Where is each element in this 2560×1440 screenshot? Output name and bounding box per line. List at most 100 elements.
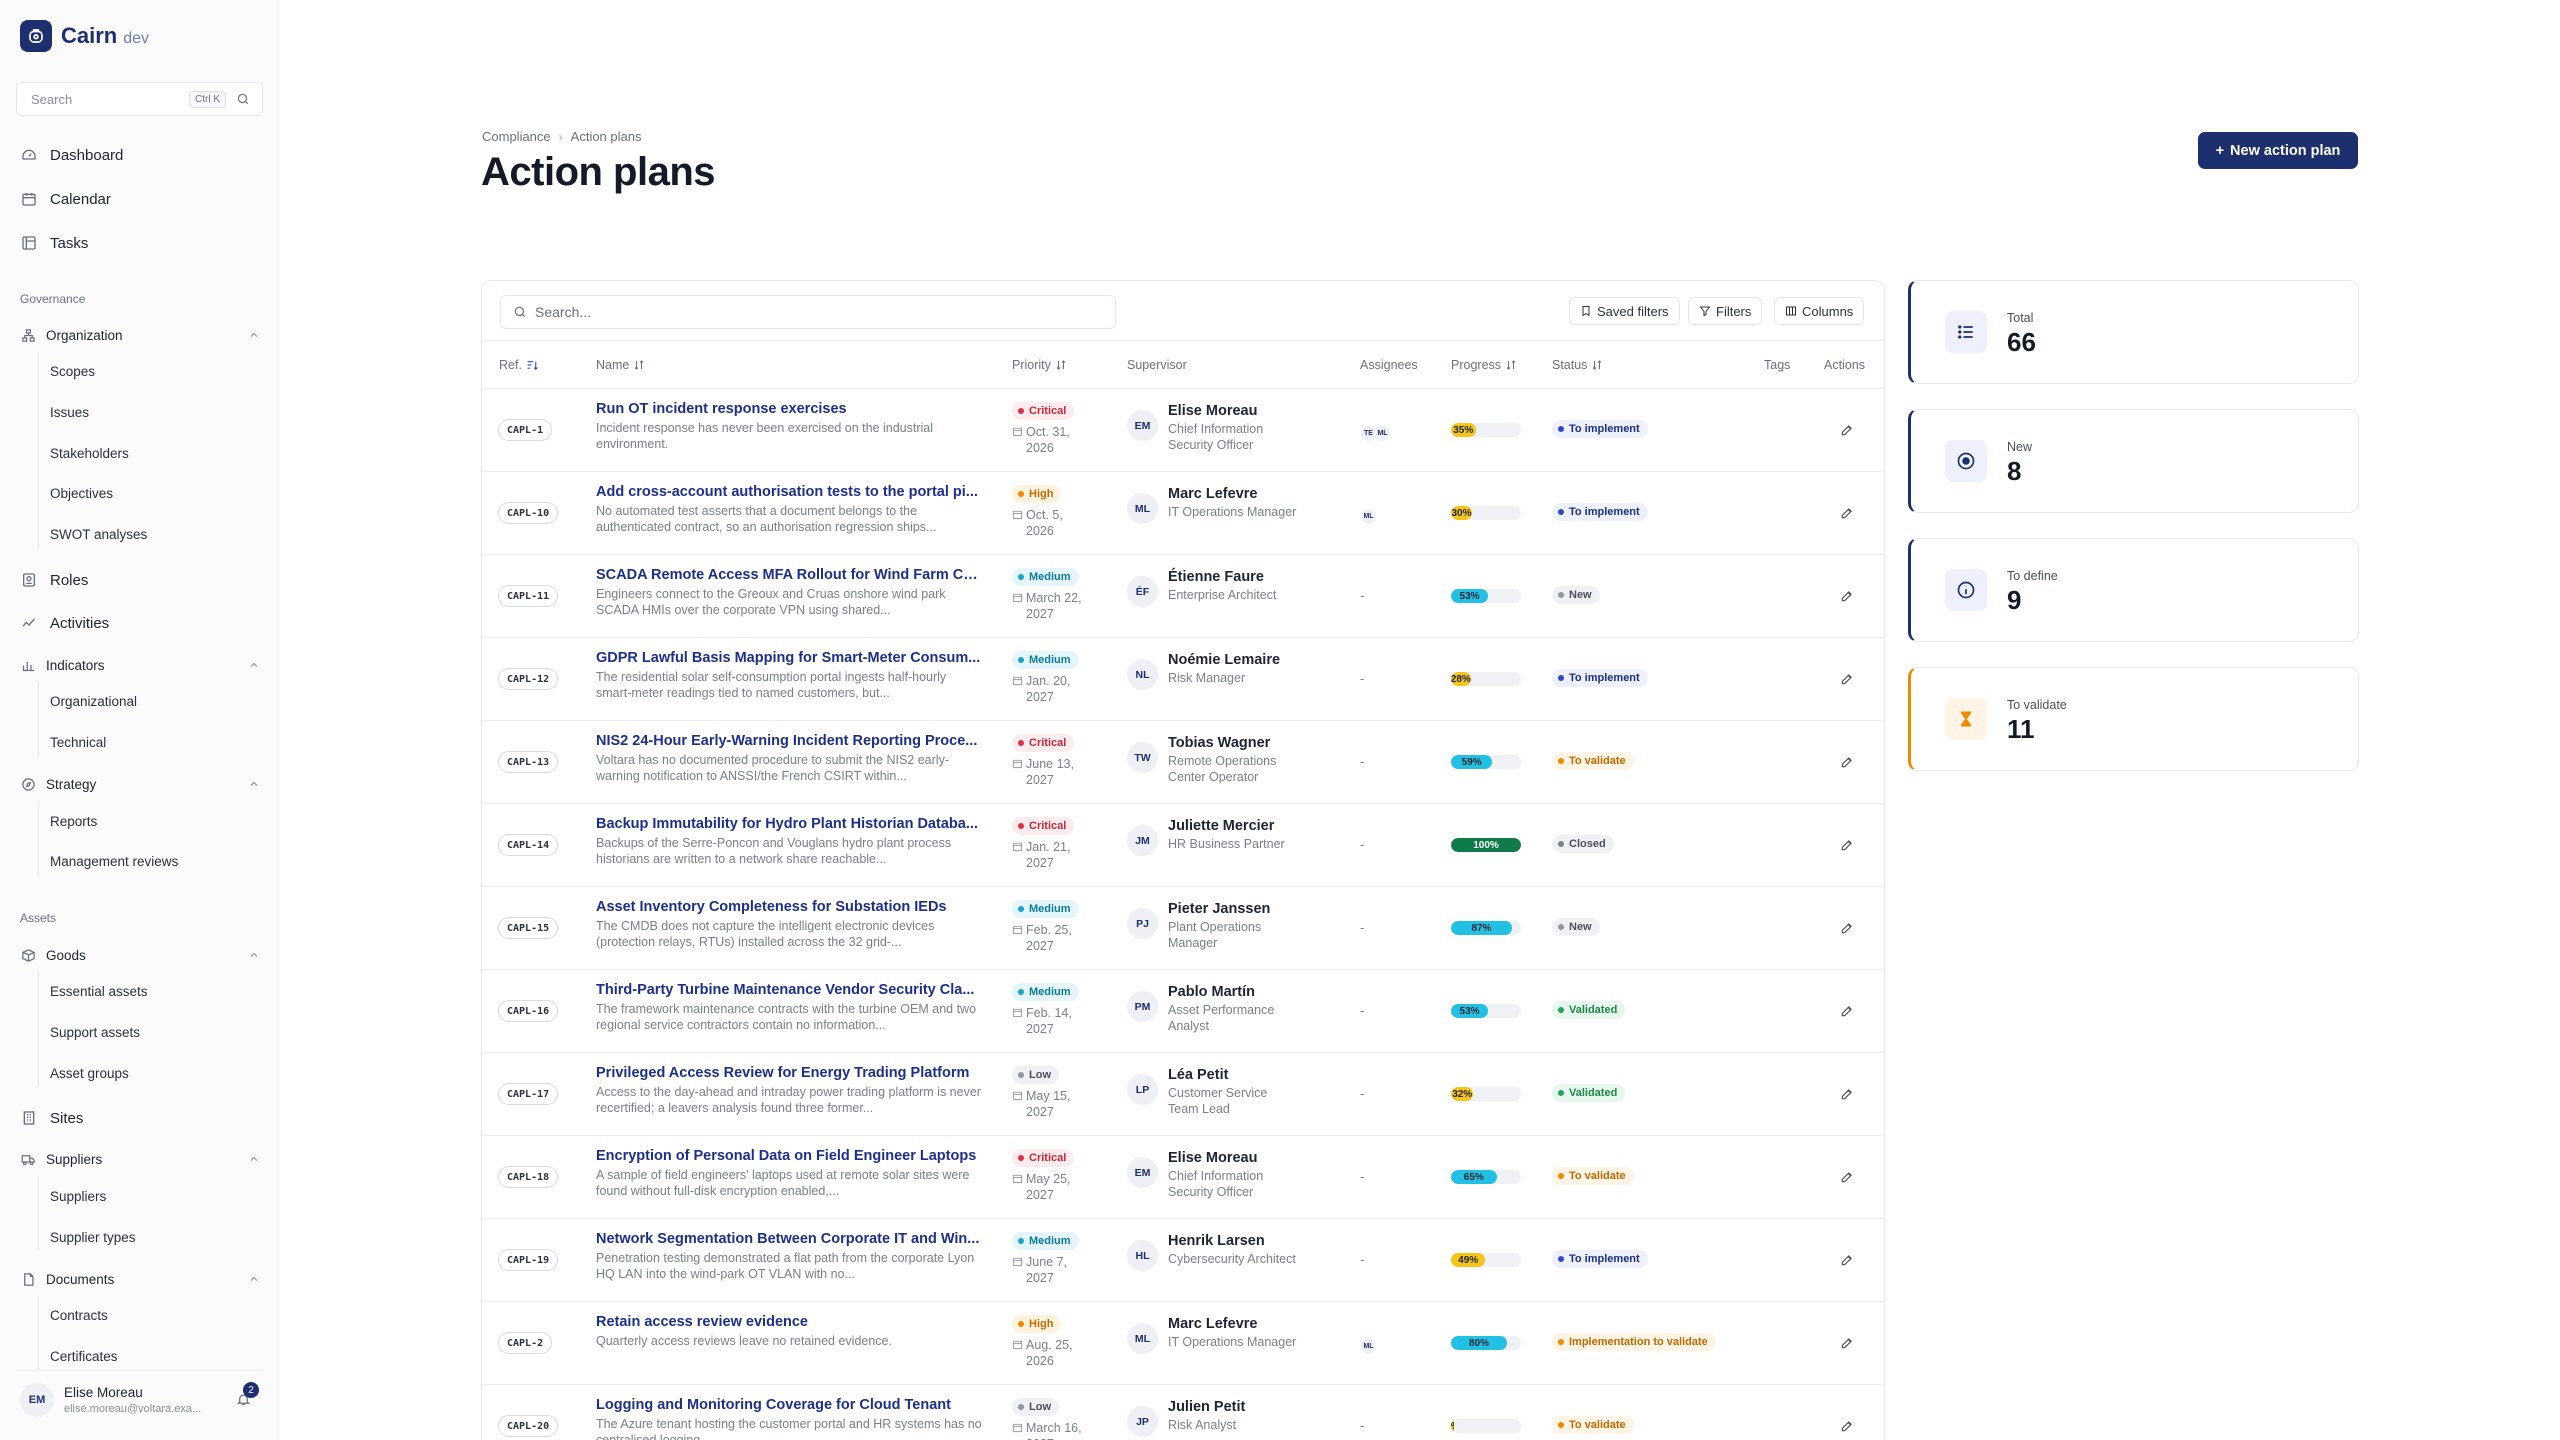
edit-button[interactable] (1840, 838, 1854, 852)
stat-card-to-validate[interactable]: To validate 11 (1908, 667, 2359, 771)
ref-badge[interactable]: CAPL-12 (498, 668, 559, 690)
table-row[interactable]: CAPL-19 Network Segmentation Between Corp… (482, 1219, 1884, 1302)
sidebar-search-input[interactable] (31, 91, 171, 107)
edit-button[interactable] (1840, 1087, 1854, 1101)
action-plan-title-link[interactable]: Asset Inventory Completeness for Substat… (596, 899, 982, 915)
sidebar-item-roles[interactable]: Roles (20, 568, 88, 592)
ref-badge[interactable]: CAPL-17 (498, 1083, 559, 1105)
sidebar-item-scopes[interactable]: Scopes (50, 364, 95, 384)
ref-badge[interactable]: CAPL-11 (498, 585, 559, 607)
sidebar-item-suppliers[interactable]: Suppliers (50, 1189, 106, 1209)
sidebar-item-dashboard[interactable]: Dashboard (20, 143, 123, 167)
brand[interactable]: Cairn dev (20, 20, 149, 52)
sidebar-search[interactable]: Ctrl K (16, 82, 263, 116)
sidebar-item-activities[interactable]: Activities (20, 611, 109, 635)
header-progress[interactable]: Progress (1451, 341, 1517, 389)
supervisor-name[interactable]: Noémie Lemaire (1168, 652, 1298, 668)
supervisor-name[interactable]: Pieter Janssen (1168, 901, 1298, 917)
edit-button[interactable] (1840, 423, 1854, 437)
edit-button[interactable] (1840, 589, 1854, 603)
assignee-avatars[interactable]: TE ML (1360, 425, 1391, 442)
assignee-avatars[interactable]: ML (1360, 1338, 1377, 1355)
supervisor-name[interactable]: Tobias Wagner (1168, 735, 1298, 751)
action-plan-title-link[interactable]: SCADA Remote Access MFA Rollout for Wind… (596, 567, 982, 583)
sidebar-item-swot-analyses[interactable]: SWOT analyses (50, 527, 147, 547)
ref-badge[interactable]: CAPL-19 (498, 1249, 559, 1271)
sidebar-item-stakeholders[interactable]: Stakeholders (50, 446, 129, 466)
sidebar-item-organizational[interactable]: Organizational (50, 694, 137, 714)
ref-badge[interactable]: CAPL-13 (498, 751, 559, 773)
edit-button[interactable] (1840, 1004, 1854, 1018)
sidebar-item-essential-assets[interactable]: Essential assets (50, 984, 148, 1004)
action-plan-title-link[interactable]: NIS2 24-Hour Early-Warning Incident Repo… (596, 733, 982, 749)
sidebar-group-documents[interactable]: Documents (20, 1268, 260, 1290)
sidebar-group-organization[interactable]: Organization (20, 324, 260, 346)
sidebar-group-goods[interactable]: Goods (20, 944, 260, 966)
table-row[interactable]: CAPL-14 Backup Immutability for Hydro Pla… (482, 804, 1884, 887)
table-row[interactable]: CAPL-13 NIS2 24-Hour Early-Warning Incide… (482, 721, 1884, 804)
filters-button[interactable]: Filters (1688, 297, 1763, 325)
header-ref[interactable]: Ref. (499, 341, 539, 389)
edit-button[interactable] (1840, 1419, 1854, 1433)
stat-card-new[interactable]: New 8 (1908, 409, 2359, 513)
stat-card-to-define[interactable]: To define 9 (1908, 538, 2359, 642)
supervisor-name[interactable]: Marc Lefevre (1168, 486, 1298, 502)
sidebar-item-issues[interactable]: Issues (50, 405, 89, 425)
action-plan-title-link[interactable]: Third-Party Turbine Maintenance Vendor S… (596, 982, 982, 998)
sidebar-item-objectives[interactable]: Objectives (50, 486, 113, 506)
action-plan-title-link[interactable]: Encryption of Personal Data on Field Eng… (596, 1148, 982, 1164)
ref-badge[interactable]: CAPL-20 (498, 1415, 559, 1437)
sidebar-item-calendar[interactable]: Calendar (20, 187, 111, 211)
table-row[interactable]: CAPL-11 SCADA Remote Access MFA Rollout f… (482, 555, 1884, 638)
table-row[interactable]: CAPL-12 GDPR Lawful Basis Mapping for Sma… (482, 638, 1884, 721)
table-row[interactable]: CAPL-1 Run OT incident response exercises… (482, 389, 1884, 472)
edit-button[interactable] (1840, 1336, 1854, 1350)
action-plan-title-link[interactable]: Retain access review evidence (596, 1314, 982, 1330)
sidebar-item-reports[interactable]: Reports (50, 814, 97, 834)
table-row[interactable]: CAPL-10 Add cross-account authorisation t… (482, 472, 1884, 555)
sidebar-item-technical[interactable]: Technical (50, 735, 106, 755)
sidebar-item-tasks[interactable]: Tasks (20, 231, 88, 255)
table-row[interactable]: CAPL-20 Logging and Monitoring Coverage f… (482, 1385, 1884, 1440)
supervisor-name[interactable]: Léa Petit (1168, 1067, 1298, 1083)
supervisor-name[interactable]: Henrik Larsen (1168, 1233, 1298, 1249)
action-plan-title-link[interactable]: Privileged Access Review for Energy Trad… (596, 1065, 982, 1081)
supervisor-name[interactable]: Julien Petit (1168, 1399, 1298, 1415)
sidebar-group-strategy[interactable]: Strategy (20, 773, 260, 795)
header-priority[interactable]: Priority (1012, 341, 1067, 389)
saved-filters-button[interactable]: Saved filters (1569, 297, 1680, 325)
ref-badge[interactable]: CAPL-16 (498, 1000, 559, 1022)
supervisor-name[interactable]: Elise Moreau (1168, 1150, 1298, 1166)
assignee-avatars[interactable]: ML (1360, 508, 1377, 525)
table-search-input[interactable] (535, 304, 1095, 320)
ref-badge[interactable]: CAPL-18 (498, 1166, 559, 1188)
edit-button[interactable] (1840, 921, 1854, 935)
supervisor-name[interactable]: Étienne Faure (1168, 569, 1298, 585)
edit-button[interactable] (1840, 755, 1854, 769)
action-plan-title-link[interactable]: GDPR Lawful Basis Mapping for Smart-Mete… (596, 650, 982, 666)
sidebar-item-support-assets[interactable]: Support assets (50, 1025, 140, 1045)
action-plan-title-link[interactable]: Backup Immutability for Hydro Plant Hist… (596, 816, 982, 832)
sidebar-item-management-reviews[interactable]: Management reviews (50, 854, 178, 874)
table-row[interactable]: CAPL-17 Privileged Access Review for Ener… (482, 1053, 1884, 1136)
user-card[interactable]: EM Elise Moreau elise.moreau@voltara.exa… (16, 1370, 263, 1428)
table-row[interactable]: CAPL-16 Third-Party Turbine Maintenance V… (482, 970, 1884, 1053)
ref-badge[interactable]: CAPL-2 (498, 1332, 553, 1354)
columns-button[interactable]: Columns (1774, 297, 1865, 325)
sidebar-item-certificates[interactable]: Certificates (50, 1349, 118, 1369)
table-row[interactable]: CAPL-2 Retain access review evidence Quart… (482, 1302, 1884, 1385)
sidebar-item-supplier-types[interactable]: Supplier types (50, 1230, 136, 1250)
action-plan-title-link[interactable]: Run OT incident response exercises (596, 401, 982, 417)
table-row[interactable]: CAPL-18 Encryption of Personal Data on Fi… (482, 1136, 1884, 1219)
edit-button[interactable] (1840, 1253, 1854, 1267)
stat-card-total[interactable]: Total 66 (1908, 280, 2359, 384)
edit-button[interactable] (1840, 1170, 1854, 1184)
supervisor-name[interactable]: Elise Moreau (1168, 403, 1298, 419)
supervisor-name[interactable]: Juliette Mercier (1168, 818, 1298, 834)
action-plan-title-link[interactable]: Network Segmentation Between Corporate I… (596, 1231, 982, 1247)
new-action-plan-button[interactable]: + New action plan (2198, 132, 2358, 169)
supervisor-name[interactable]: Marc Lefevre (1168, 1316, 1298, 1332)
edit-button[interactable] (1840, 506, 1854, 520)
action-plan-title-link[interactable]: Logging and Monitoring Coverage for Clou… (596, 1397, 982, 1413)
breadcrumb-compliance[interactable]: Compliance (482, 129, 551, 144)
